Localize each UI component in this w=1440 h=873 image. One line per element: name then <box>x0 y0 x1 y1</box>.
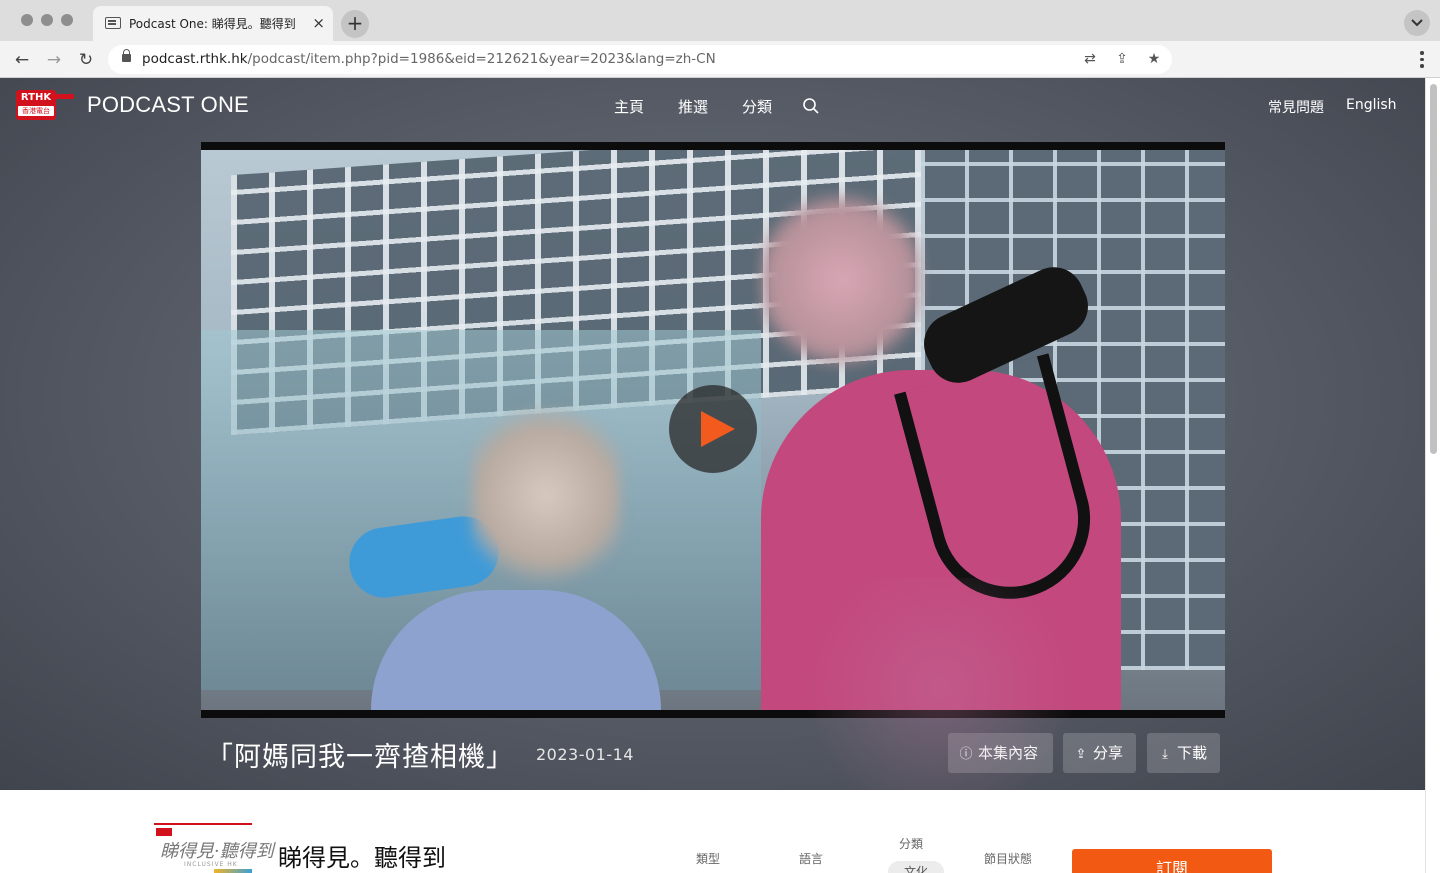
address-bar[interactable]: podcast.rthk.hk/podcast/item.php?pid=198… <box>108 45 1172 74</box>
show-info-section: 睇得見·聽得到 INCLUSIVE HK 睇得見。聽得到 類型 語言 分類 文化… <box>0 790 1425 873</box>
window-minimize-button[interactable] <box>41 14 53 26</box>
browser-tab-active[interactable]: Podcast One: 睇得見。聽得到 - 「阿媽同我一齊揸相機」 × <box>93 6 333 41</box>
reload-icon[interactable]: ↻ <box>75 49 97 71</box>
faq-link[interactable]: 常見問題 <box>1268 97 1324 117</box>
lock-icon <box>122 49 131 62</box>
main-nav: 主頁 推選 分類 <box>614 96 772 117</box>
download-button[interactable]: ⤓ 下載 <box>1147 733 1220 773</box>
browser-toolbar: ← → ↻ podcast.rthk.hk/podcast/item.php?p… <box>0 41 1440 78</box>
language-switch-link[interactable]: English <box>1346 97 1397 113</box>
search-icon[interactable] <box>802 97 820 115</box>
rthk-logo[interactable]: RTHK 香港電台 <box>16 90 74 120</box>
browser-menu-icon[interactable] <box>1420 51 1424 69</box>
page-scrollbar[interactable] <box>1425 78 1440 873</box>
new-tab-button[interactable]: + <box>341 10 369 38</box>
episode-date: 2023-01-14 <box>536 745 634 764</box>
meta-status-label: 節目狀態 <box>984 852 1033 866</box>
episode-title: 「阿媽同我一齊揸相機」 <box>206 742 514 773</box>
tab-close-icon[interactable]: × <box>312 14 325 32</box>
rthk-mini-logo <box>156 828 172 836</box>
meta-type-label: 類型 <box>696 852 721 866</box>
category-chip[interactable]: 文化 <box>888 861 944 873</box>
download-icon: ⤓ <box>1162 747 1168 762</box>
share-page-icon[interactable]: ⇪ <box>1113 50 1131 68</box>
tab-search-button[interactable] <box>1404 10 1430 36</box>
meta-language-label: 語言 <box>799 852 824 866</box>
bookmark-star-icon[interactable]: ★ <box>1145 50 1163 68</box>
scrollbar-thumb[interactable] <box>1430 84 1437 454</box>
show-cover-image[interactable]: 睇得見·聽得到 INCLUSIVE HK <box>154 823 274 873</box>
window-close-button[interactable] <box>21 14 33 26</box>
back-arrow-icon[interactable]: ← <box>11 49 33 71</box>
nav-item-featured[interactable]: 推選 <box>678 96 708 117</box>
tab-title: Podcast One: 睇得見。聽得到 - 「阿媽同我一齊揸相機」 <box>129 17 299 31</box>
video-player[interactable] <box>201 142 1225 718</box>
meta-category-label: 分類 <box>899 837 924 851</box>
episode-info-button[interactable]: ⓘ 本集內容 <box>948 733 1053 773</box>
window-zoom-button[interactable] <box>61 14 73 26</box>
url-text: podcast.rthk.hk/podcast/item.php?pid=198… <box>142 51 716 67</box>
share-icon: ⇪ <box>1075 747 1087 762</box>
forward-arrow-icon[interactable]: → <box>43 49 65 71</box>
play-icon[interactable] <box>669 385 757 473</box>
tab-favicon-icon <box>105 17 121 29</box>
nav-item-home[interactable]: 主頁 <box>614 96 644 117</box>
show-title[interactable]: 睇得見。聽得到 <box>278 838 446 873</box>
nav-item-categories[interactable]: 分類 <box>742 96 772 117</box>
share-button[interactable]: ⇪ 分享 <box>1063 733 1136 773</box>
info-icon: ⓘ <box>959 747 973 762</box>
translate-icon[interactable]: ⇄ <box>1081 50 1099 68</box>
chevron-down-icon <box>1411 19 1423 27</box>
subscribe-button[interactable]: 訂閱 <box>1072 849 1272 873</box>
browser-tab-bar: Podcast One: 睇得見。聽得到 - 「阿媽同我一齊揸相機」 × + <box>0 0 1440 41</box>
episode-hero: RTHK 香港電台 PODCAST ONE 主頁 推選 分類 常見問題 Engl… <box>0 78 1425 790</box>
podcast-one-brand[interactable]: PODCAST ONE <box>87 92 249 118</box>
